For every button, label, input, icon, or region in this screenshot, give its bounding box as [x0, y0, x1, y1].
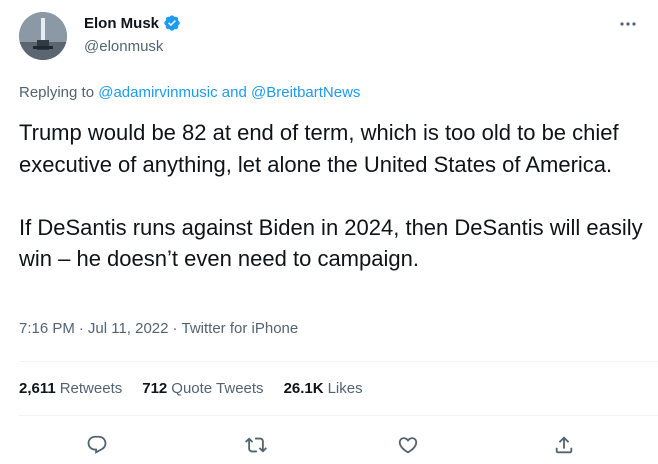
- replying-to-mentions-link[interactable]: @adamirvinmusic and @BreitbartNews: [98, 84, 360, 101]
- tweet-meta: 7:16 PM · Jul 11, 2022 · Twitter for iPh…: [19, 320, 298, 337]
- retweet-button[interactable]: [239, 428, 273, 462]
- verified-badge-icon: [164, 15, 180, 31]
- likes-label: Likes: [327, 380, 363, 397]
- quote-tweets-label: Quote Tweets: [171, 380, 264, 397]
- tweet-time[interactable]: 7:16 PM: [19, 320, 75, 337]
- tweet-date[interactable]: Jul 11, 2022: [88, 320, 169, 337]
- reply-button[interactable]: [80, 428, 114, 462]
- meta-separator-2: ·: [172, 320, 178, 337]
- like-button[interactable]: [391, 428, 425, 462]
- ellipsis-icon: [620, 22, 636, 26]
- tweet-stats: 2,611 Retweets 712 Quote Tweets 26.1K Li…: [19, 380, 363, 397]
- likes-count: 26.1K: [283, 380, 324, 397]
- divider: [19, 415, 658, 416]
- retweets-stat[interactable]: 2,611 Retweets: [19, 380, 122, 397]
- avatar-rocket-image: [19, 12, 67, 60]
- likes-stat[interactable]: 26.1K Likes: [284, 380, 363, 397]
- quote-tweets-stat[interactable]: 712 Quote Tweets: [142, 380, 263, 397]
- tweet-source[interactable]: Twitter for iPhone: [182, 320, 299, 337]
- tweet-paragraph-2: If DeSantis runs against Biden in 2024, …: [19, 214, 643, 272]
- meta-separator-1: ·: [78, 320, 84, 337]
- replying-to-prefix: Replying to: [19, 84, 95, 101]
- quote-tweets-count: 712: [142, 380, 168, 397]
- author-name[interactable]: Elon Musk: [84, 15, 159, 32]
- reply-icon: [87, 435, 107, 454]
- retweets-label: Retweets: [59, 380, 123, 397]
- replying-to-line: Replying to @adamirvinmusic and @Breitba…: [19, 84, 360, 101]
- avatar[interactable]: [19, 12, 67, 60]
- tweet-text: Trump would be 82 at end of term, which …: [19, 117, 644, 275]
- more-options-button[interactable]: [616, 12, 640, 36]
- retweets-count: 2,611: [19, 380, 56, 397]
- heart-icon: [398, 437, 418, 454]
- author-row: Elon Musk: [84, 14, 181, 32]
- share-icon: [555, 436, 573, 454]
- tweet-actions: [0, 428, 658, 460]
- author-handle[interactable]: @elonmusk: [84, 38, 163, 55]
- divider: [19, 361, 658, 362]
- retweet-icon: [245, 437, 267, 453]
- share-button[interactable]: [547, 428, 581, 462]
- tweet-paragraph-1: Trump would be 82 at end of term, which …: [19, 120, 619, 177]
